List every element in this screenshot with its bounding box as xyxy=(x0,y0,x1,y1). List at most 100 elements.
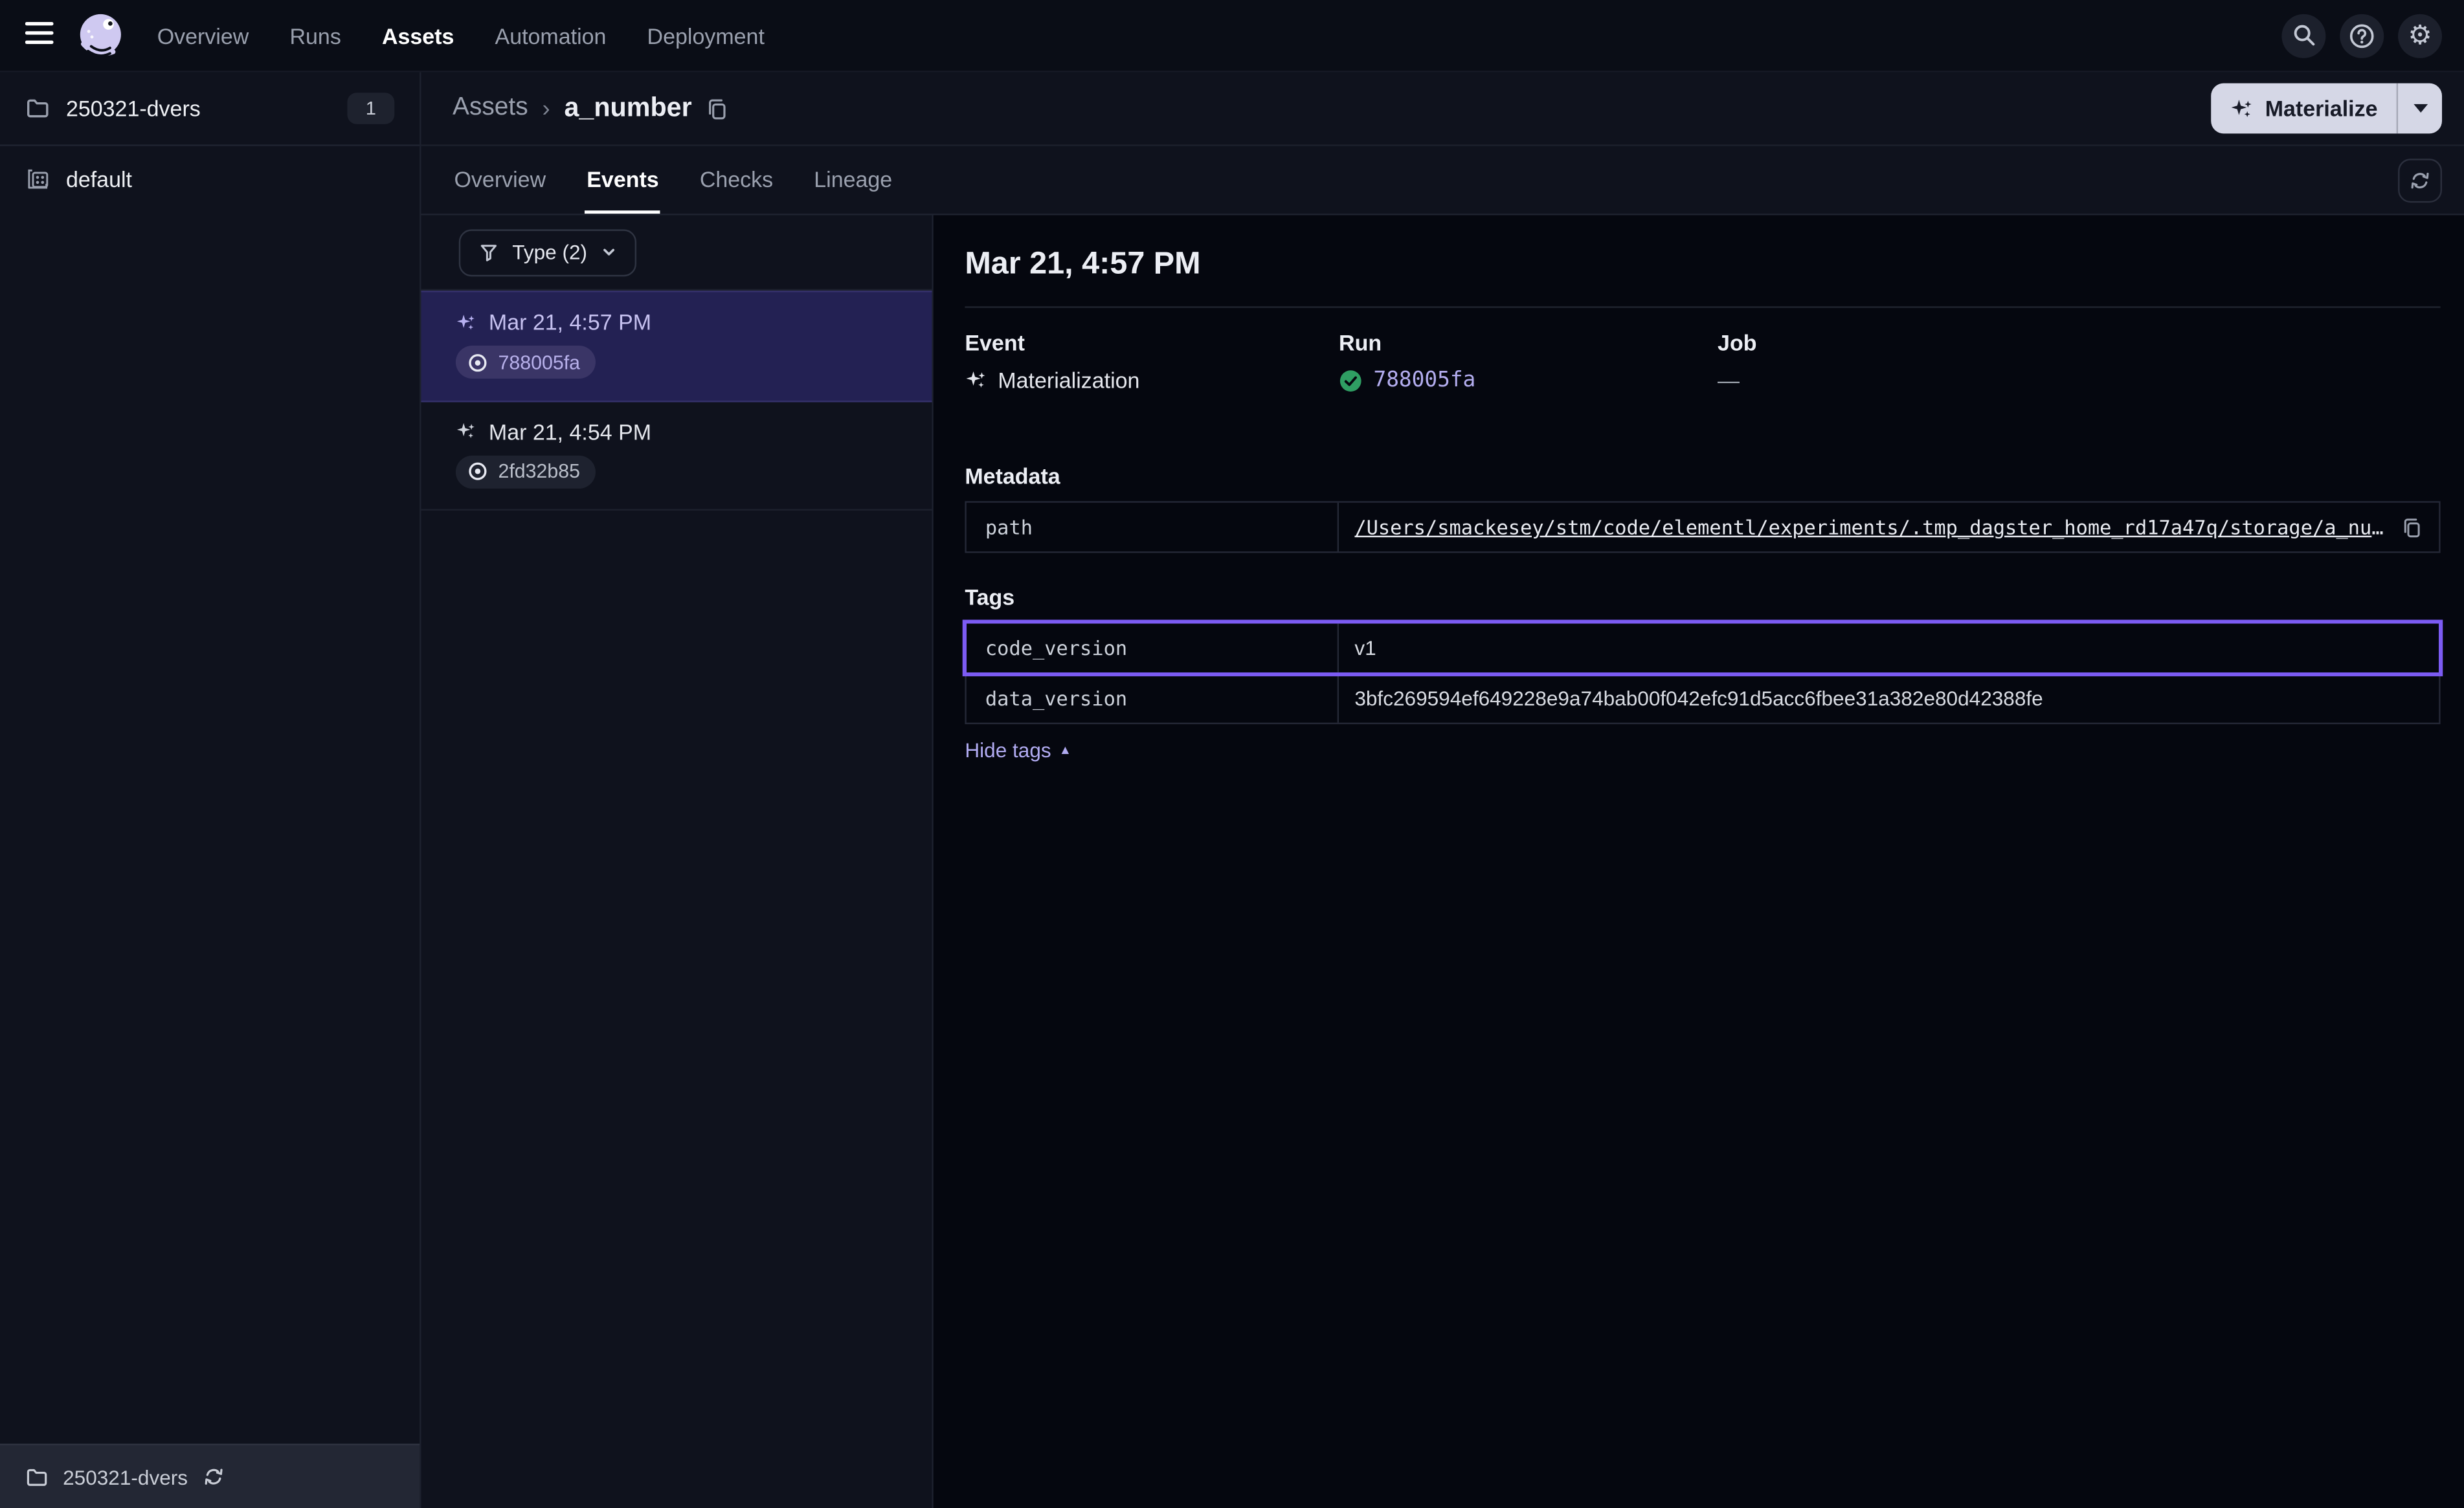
job-value: — xyxy=(1718,368,1740,393)
type-filter-label: Type (2) xyxy=(512,240,587,263)
materialize-label: Materialize xyxy=(2265,96,2378,121)
app-window: Overview Runs Assets Automation Deployme… xyxy=(0,0,2464,1508)
caret-down-icon xyxy=(2413,104,2427,113)
filter-funnel-icon xyxy=(478,241,500,263)
event-timestamp: Mar 21, 4:57 PM xyxy=(489,309,651,335)
materialize-dropdown-button[interactable] xyxy=(2398,83,2442,134)
job-column: Job — xyxy=(1718,330,2441,393)
tags-heading: Tags xyxy=(965,584,2440,610)
run-column-label: Run xyxy=(1339,330,1718,355)
sidebar-item-asset-group[interactable]: default xyxy=(0,146,420,212)
sidebar-item-code-location[interactable]: 250321-dvers 1 xyxy=(0,72,420,146)
run-id: 2fd32b85 xyxy=(498,460,580,482)
folder-icon xyxy=(25,1465,49,1488)
tab-overview[interactable]: Overview xyxy=(453,146,548,214)
nav-item-overview[interactable]: Overview xyxy=(157,23,249,48)
copy-icon xyxy=(706,96,730,120)
event-timestamp: Mar 21, 4:54 PM xyxy=(489,419,651,444)
nav-item-deployment[interactable]: Deployment xyxy=(647,23,765,48)
path-value-link[interactable]: /Users/smackesey/stm/code/elementl/exper… xyxy=(1354,515,2387,538)
event-list-item[interactable]: Mar 21, 4:54 PM 2fd32b85 xyxy=(421,401,932,511)
top-nav: Overview Runs Assets Automation Deployme… xyxy=(0,0,2464,72)
job-column-label: Job xyxy=(1718,330,2441,355)
asset-group-label: default xyxy=(66,166,132,192)
gear-icon: ⚙ xyxy=(2408,22,2432,49)
chevron-down-icon xyxy=(599,243,617,261)
asset-group-icon xyxy=(25,166,50,192)
asset-catalog-sidebar: 250321-dvers 1 default 250321-dvers xyxy=(0,72,421,1508)
help-icon xyxy=(2347,21,2376,50)
event-list-item-selected[interactable]: Mar 21, 4:57 PM 788005fa xyxy=(421,291,932,401)
help-button[interactable] xyxy=(2340,14,2384,58)
table-row-data-version: data_version 3bfc269594ef649228e9a74bab0… xyxy=(967,672,2439,723)
metadata-table: path /Users/smackesey/stm/code/elementl/… xyxy=(965,501,2440,553)
sidebar-spacer xyxy=(0,212,420,1444)
materialize-split-button: Materialize xyxy=(2212,83,2442,134)
event-column-label: Event xyxy=(965,330,1339,355)
breadcrumb-assets-link[interactable]: Assets xyxy=(453,94,528,123)
tab-events[interactable]: Events xyxy=(585,146,660,214)
materialization-sparkle-icon xyxy=(965,369,987,391)
asset-header-band: Assets › a_number Materialize xyxy=(421,72,2464,216)
copy-icon xyxy=(2401,516,2423,538)
nav-item-runs[interactable]: Runs xyxy=(289,23,341,48)
metadata-key: path xyxy=(967,503,1339,551)
event-column: Event Materialization xyxy=(965,330,1339,393)
tag-value: 3bfc269594ef649228e9a74bab00f042efc91d5a… xyxy=(1354,687,2043,710)
event-list-panel: Type (2) Mar 21, 4:57 PM xyxy=(421,216,934,1508)
main-panel: Assets › a_number Materialize xyxy=(421,72,2464,1508)
run-id: 788005fa xyxy=(498,351,580,373)
search-icon xyxy=(2290,22,2317,49)
type-filter-button[interactable]: Type (2) xyxy=(459,228,636,276)
footer-code-location-label: 250321-dvers xyxy=(63,1465,188,1488)
folder-icon xyxy=(25,96,50,121)
nav-item-assets[interactable]: Assets xyxy=(382,23,454,48)
tab-lineage[interactable]: Lineage xyxy=(812,146,894,214)
search-button[interactable] xyxy=(2281,14,2325,58)
tag-key: data_version xyxy=(967,674,1339,722)
event-summary-columns: Event Materialization Run xyxy=(965,330,2440,393)
copy-asset-name-button[interactable] xyxy=(706,96,730,120)
copy-path-button[interactable] xyxy=(2401,516,2423,538)
run-id-pill[interactable]: 788005fa xyxy=(456,346,596,379)
tab-checks[interactable]: Checks xyxy=(698,146,774,214)
run-status-icon xyxy=(467,351,489,373)
tag-value: v1 xyxy=(1354,636,1376,660)
top-nav-actions: ⚙ xyxy=(2281,14,2442,58)
event-type-value: Materialization xyxy=(998,368,1139,393)
page-title: a_number xyxy=(564,93,691,124)
caret-up-icon: ▲ xyxy=(1059,744,1071,756)
reload-icon[interactable] xyxy=(202,1466,224,1488)
table-row-code-version-highlighted: code_version v1 xyxy=(967,624,2439,672)
event-detail-panel: Mar 21, 4:57 PM Event Materialization xyxy=(934,216,2464,1508)
settings-button[interactable]: ⚙ xyxy=(2398,14,2442,58)
asset-count-badge: 1 xyxy=(347,93,394,124)
event-filter-row: Type (2) xyxy=(421,216,932,291)
refresh-button[interactable] xyxy=(2398,158,2442,202)
refresh-icon xyxy=(2409,169,2431,191)
primary-nav: Overview Runs Assets Automation Deployme… xyxy=(157,23,765,48)
table-row-path: path /Users/smackesey/stm/code/elementl/… xyxy=(967,503,2439,551)
divider xyxy=(965,306,2440,307)
asset-tabs: Overview Events Checks Lineage xyxy=(421,146,2464,216)
run-column: Run 788005fa xyxy=(1339,330,1718,393)
materialization-sparkle-icon xyxy=(456,421,476,442)
metadata-heading: Metadata xyxy=(965,463,2440,489)
tag-key: code_version xyxy=(967,624,1339,672)
run-status-icon xyxy=(467,460,489,482)
run-id-link[interactable]: 788005fa xyxy=(1373,368,1475,393)
run-id-pill[interactable]: 2fd32b85 xyxy=(456,455,596,488)
sidebar-footer-code-location[interactable]: 250321-dvers xyxy=(0,1444,420,1508)
nav-item-automation[interactable]: Automation xyxy=(495,23,607,48)
breadcrumb: Assets › a_number Materialize xyxy=(421,72,2464,146)
materialization-sparkle-icon xyxy=(2230,96,2254,120)
dagster-logo-icon[interactable] xyxy=(73,7,129,63)
run-success-check-icon xyxy=(1339,368,1362,392)
tags-table: code_version v1 data_version 3bfc269594e… xyxy=(965,622,2440,724)
materialize-button[interactable]: Materialize xyxy=(2212,83,2396,134)
chevron-right-icon: › xyxy=(542,95,550,122)
menu-icon[interactable] xyxy=(22,18,56,52)
hide-tags-label: Hide tags xyxy=(965,738,1051,762)
hide-tags-link[interactable]: Hide tags ▲ xyxy=(965,738,1071,762)
event-detail-title: Mar 21, 4:57 PM xyxy=(965,243,2440,284)
